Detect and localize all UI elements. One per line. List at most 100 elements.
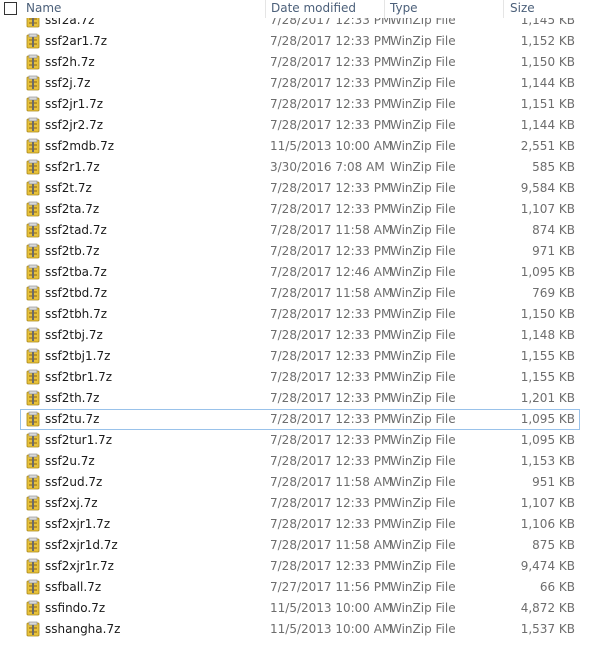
- file-name: ssf2t.7z: [45, 181, 92, 195]
- archive-file-icon: [25, 159, 41, 175]
- file-row[interactable]: ssf2h.7z 7/28/2017 12:33 PM WinZip File 1,1…: [20, 52, 580, 73]
- file-type: WinZip File: [390, 454, 456, 468]
- file-name: ssf2tbr1.7z: [45, 370, 113, 384]
- file-size: 1,148 KB: [520, 328, 575, 342]
- file-row[interactable]: ssf2tur1.7z 7/28/2017 12:33 PM WinZip File…: [20, 430, 580, 451]
- file-date-modified: 7/28/2017 12:33 PM: [270, 34, 392, 48]
- archive-file-icon: [25, 33, 41, 49]
- file-row[interactable]: ssf2xj.7z 7/28/2017 12:33 PM WinZip File 1,…: [20, 493, 580, 514]
- file-date-modified: 7/28/2017 12:33 PM: [270, 391, 392, 405]
- file-type: WinZip File: [390, 307, 456, 321]
- file-size: 1,201 KB: [520, 391, 575, 405]
- file-name: ssfball.7z: [45, 580, 102, 594]
- file-date-modified: 7/28/2017 12:33 PM: [270, 349, 392, 363]
- file-row[interactable]: ssfindo.7z 11/5/2013 10:00 AM WinZip File 4…: [20, 598, 580, 619]
- file-type: WinZip File: [390, 370, 456, 384]
- file-date-modified: 7/27/2017 11:56 PM: [270, 580, 392, 594]
- file-row[interactable]: ssf2ud.7z 7/28/2017 11:58 AM WinZip File 95…: [20, 472, 580, 493]
- file-row[interactable]: ssf2r1.7z 3/30/2016 7:08 AM WinZip File 585…: [20, 157, 580, 178]
- file-size: 1,537 KB: [520, 622, 575, 636]
- file-row[interactable]: ssf2jr2.7z 7/28/2017 12:33 PM WinZip File 1…: [20, 115, 580, 136]
- archive-file-icon: [25, 621, 41, 637]
- file-size: 9,584 KB: [520, 181, 575, 195]
- file-type: WinZip File: [390, 433, 456, 447]
- archive-file-icon: [25, 579, 41, 595]
- file-row[interactable]: ssf2tbj1.7z 7/28/2017 12:33 PM WinZip File…: [20, 346, 580, 367]
- file-type: WinZip File: [390, 118, 456, 132]
- file-row[interactable]: ssf2tb.7z 7/28/2017 12:33 PM WinZip File 97…: [20, 241, 580, 262]
- file-date-modified: 7/28/2017 11:58 AM: [270, 538, 393, 552]
- file-type: WinZip File: [390, 181, 456, 195]
- archive-file-icon: [25, 495, 41, 511]
- file-row[interactable]: ssf2tbj.7z 7/28/2017 12:33 PM WinZip File 1…: [20, 325, 580, 346]
- file-date-modified: 7/28/2017 11:58 AM: [270, 475, 393, 489]
- archive-file-icon: [25, 201, 41, 217]
- file-row[interactable]: ssf2tbh.7z 7/28/2017 12:33 PM WinZip File 1…: [20, 304, 580, 325]
- file-size: 1,095 KB: [520, 412, 575, 426]
- file-name: ssf2j.7z: [45, 76, 91, 90]
- file-date-modified: 7/28/2017 12:33 PM: [270, 118, 392, 132]
- file-name: ssf2ud.7z: [45, 475, 103, 489]
- column-header-name[interactable]: Name: [26, 0, 61, 18]
- file-row[interactable]: ssf2ar1.7z 7/28/2017 12:33 PM WinZip File 1…: [20, 31, 580, 52]
- file-size: 1,152 KB: [520, 34, 575, 48]
- file-date-modified: 7/28/2017 12:46 AM: [270, 265, 393, 279]
- file-date-modified: 7/28/2017 12:33 PM: [270, 370, 392, 384]
- archive-file-icon: [25, 222, 41, 238]
- file-date-modified: 7/28/2017 12:33 PM: [270, 328, 392, 342]
- select-all-checkbox[interactable]: [4, 2, 17, 15]
- file-row[interactable]: ssf2t.7z 7/28/2017 12:33 PM WinZip File 9,5…: [20, 178, 580, 199]
- file-type: WinZip File: [390, 223, 456, 237]
- archive-file-icon: [25, 243, 41, 259]
- file-size: 1,151 KB: [520, 97, 575, 111]
- column-header-date-modified[interactable]: Date modified: [271, 0, 356, 18]
- file-name: sshangha.7z: [45, 622, 121, 636]
- file-row[interactable]: ssf2tba.7z 7/28/2017 12:46 AM WinZip File 1…: [20, 262, 580, 283]
- file-size: 4,872 KB: [520, 601, 575, 615]
- file-name: ssf2tba.7z: [45, 265, 107, 279]
- file-row[interactable]: ssf2ta.7z 7/28/2017 12:33 PM WinZip File 1,…: [20, 199, 580, 220]
- column-header-size[interactable]: Size: [510, 0, 535, 18]
- file-row[interactable]: sshangha.7z 11/5/2013 10:00 AM WinZip File…: [20, 619, 580, 640]
- column-divider[interactable]: [265, 0, 266, 18]
- file-name: ssf2tur1.7z: [45, 433, 112, 447]
- archive-file-icon: [25, 180, 41, 196]
- file-date-modified: 7/28/2017 11:58 AM: [270, 286, 393, 300]
- archive-file-icon: [25, 264, 41, 280]
- file-row[interactable]: ssf2u.7z 7/28/2017 12:33 PM WinZip File 1,1…: [20, 451, 580, 472]
- file-row[interactable]: ssf2xjr1d.7z 7/28/2017 11:58 AM WinZip Fil…: [20, 535, 580, 556]
- file-row[interactable]: ssf2th.7z 7/28/2017 12:33 PM WinZip File 1,…: [20, 388, 580, 409]
- file-size: 585 KB: [532, 160, 575, 174]
- file-row[interactable]: ssfball.7z 7/27/2017 11:56 PM WinZip File 6…: [20, 577, 580, 598]
- file-name: ssf2xjr1d.7z: [45, 538, 118, 552]
- file-date-modified: 7/28/2017 12:33 PM: [270, 517, 392, 531]
- file-name: ssf2tbh.7z: [45, 307, 108, 321]
- file-size: 1,155 KB: [520, 370, 575, 384]
- file-type: WinZip File: [390, 517, 456, 531]
- file-name: ssf2h.7z: [45, 55, 95, 69]
- file-size: 1,153 KB: [520, 454, 575, 468]
- file-name: ssf2tbd.7z: [45, 286, 108, 300]
- column-divider[interactable]: [503, 0, 504, 18]
- file-size: 1,150 KB: [520, 55, 575, 69]
- file-row[interactable]: ssf2tbd.7z 7/28/2017 11:58 AM WinZip File 7…: [20, 283, 580, 304]
- column-header-type[interactable]: Type: [390, 0, 418, 18]
- archive-file-icon: [25, 390, 41, 406]
- file-row[interactable]: ssf2xjr1.7z 7/28/2017 12:33 PM WinZip File…: [20, 514, 580, 535]
- file-list-view: ssf2a.7z 7/28/2017 12:33 PM WinZip File 1,1…: [0, 0, 606, 648]
- file-date-modified: 11/5/2013 10:00 AM: [270, 601, 393, 615]
- archive-file-icon: [25, 306, 41, 322]
- file-type: WinZip File: [390, 328, 456, 342]
- file-row[interactable]: ssf2tad.7z 7/28/2017 11:58 AM WinZip File 8…: [20, 220, 580, 241]
- file-row[interactable]: ssf2jr1.7z 7/28/2017 12:33 PM WinZip File 1…: [20, 94, 580, 115]
- file-row[interactable]: ssf2j.7z 7/28/2017 12:33 PM WinZip File 1,1…: [20, 73, 580, 94]
- file-row[interactable]: ssf2tbr1.7z 7/28/2017 12:33 PM WinZip File…: [20, 367, 580, 388]
- file-row[interactable]: ssf2xjr1r.7z 7/28/2017 12:33 PM WinZip Fil…: [20, 556, 580, 577]
- column-divider[interactable]: [384, 0, 385, 18]
- file-row[interactable]: ssf2mdb.7z 11/5/2013 10:00 AM WinZip File 2…: [20, 136, 580, 157]
- file-type: WinZip File: [390, 34, 456, 48]
- file-date-modified: 7/28/2017 12:33 PM: [270, 454, 392, 468]
- archive-file-icon: [25, 537, 41, 553]
- file-size: 971 KB: [532, 244, 575, 258]
- file-row[interactable]: ssf2tu.7z 7/28/2017 12:33 PM WinZip File 1,…: [20, 409, 580, 430]
